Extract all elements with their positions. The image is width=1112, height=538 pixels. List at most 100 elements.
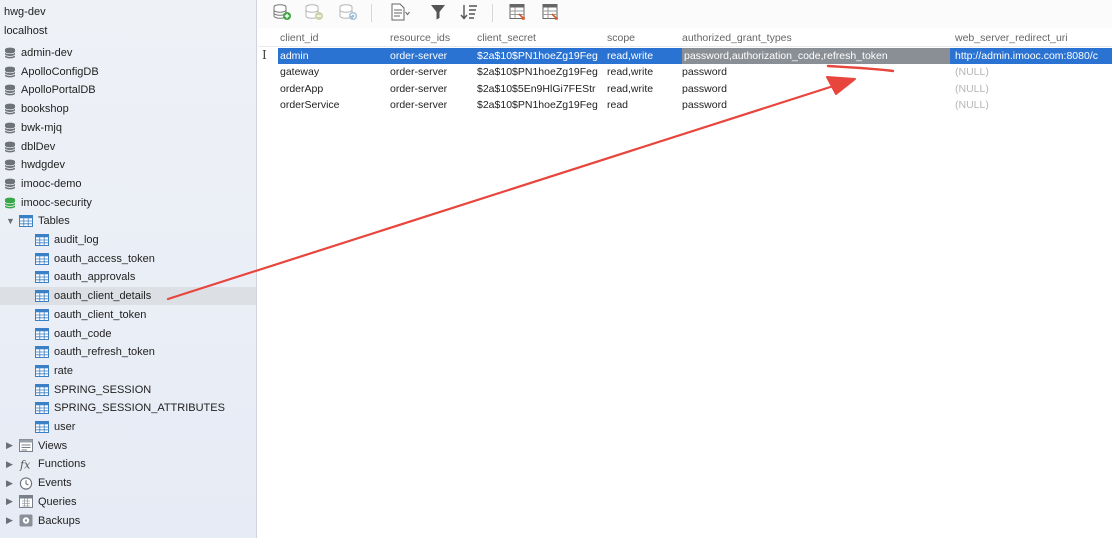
database-label: imooc-demo xyxy=(21,177,82,190)
table-item-user[interactable]: user xyxy=(0,418,256,436)
disclosure-closed-icon[interactable]: ▶ xyxy=(6,516,15,525)
database-item-admin-dev[interactable]: admin-dev xyxy=(0,44,256,62)
table-icon xyxy=(35,327,49,340)
table-label: SPRING_SESSION xyxy=(54,383,152,396)
cell-authorized-grant-types[interactable]: password xyxy=(682,81,950,97)
database-item-hwdgdev[interactable]: hwdgdev xyxy=(0,156,256,174)
table-icon xyxy=(35,308,49,321)
table-item-oauth_client_token[interactable]: oauth_client_token xyxy=(0,306,256,324)
table-item-oauth_client_details[interactable]: oauth_client_details xyxy=(0,287,256,306)
cell-authorized-grant-types[interactable]: password,authorization_code,refresh_toke… xyxy=(682,48,950,64)
table-row[interactable]: admin order-server $2a$10$PN1hoeZg19Feg rea… xyxy=(278,48,1112,64)
function-icon: fx xyxy=(19,458,33,471)
add-record-icon xyxy=(272,3,292,24)
column-header-resource-ids[interactable]: resource_ids xyxy=(390,29,476,47)
group-item-backups[interactable]: ▶ Backups xyxy=(0,512,256,530)
database-item-bwk-mjq[interactable]: bwk-mjq xyxy=(0,119,256,137)
group-label: Queries xyxy=(38,495,77,508)
disclosure-open-icon[interactable]: ▼ xyxy=(6,216,15,226)
database-icon xyxy=(4,103,16,115)
cell-authorized-grant-types[interactable]: password xyxy=(682,64,950,80)
cell-web-server-redirect-uri[interactable]: (NULL) xyxy=(955,97,1110,113)
group-item-functions[interactable]: ▶ fx Functions xyxy=(0,455,256,473)
cell-scope[interactable]: read,write xyxy=(607,81,679,97)
cell-authorized-grant-types[interactable]: password xyxy=(682,97,950,113)
sort-button[interactable] xyxy=(459,4,479,22)
disclosure-closed-icon[interactable]: ▶ xyxy=(6,441,15,450)
cell-scope[interactable]: read xyxy=(607,97,679,113)
table-item-spring_session_attributes[interactable]: SPRING_SESSION_ATTRIBUTES xyxy=(0,399,256,417)
refresh-record-button[interactable] xyxy=(338,3,358,22)
cell-resource-ids[interactable]: order-server xyxy=(390,48,474,64)
table-icon xyxy=(35,346,49,359)
disclosure-closed-icon[interactable]: ▶ xyxy=(6,478,15,488)
table-label: oauth_access_token xyxy=(54,252,155,265)
connection-item[interactable]: localhost xyxy=(0,22,256,40)
database-icon xyxy=(4,84,16,96)
table-item-oauth_approvals[interactable]: oauth_approvals xyxy=(0,268,256,286)
cell-client-secret[interactable]: $2a$10$5En9HlGi7FEStr xyxy=(477,81,600,97)
database-item-imooc-security[interactable]: imooc-security xyxy=(0,194,256,212)
table-row[interactable]: orderApp order-server $2a$10$5En9HlGi7FESt… xyxy=(278,81,1112,97)
database-label: admin-dev xyxy=(21,47,73,59)
disclosure-closed-icon[interactable]: ▶ xyxy=(6,459,15,469)
connection-item[interactable]: hwg-dev xyxy=(0,3,256,21)
cell-scope[interactable]: read,write xyxy=(607,48,679,64)
table-item-oauth_code[interactable]: oauth_code xyxy=(0,325,256,343)
group-item-views[interactable]: ▶ Views xyxy=(0,437,256,455)
disclosure-closed-icon[interactable]: ▶ xyxy=(6,497,15,506)
cell-client-secret[interactable]: $2a$10$PN1hoeZg19Feg xyxy=(477,64,600,80)
table-row[interactable]: orderService order-server $2a$10$PN1hoeZg1… xyxy=(278,97,1112,113)
database-item-imooc-demo[interactable]: imooc-demo xyxy=(0,175,256,193)
database-item-apolloconfigdb[interactable]: ApolloConfigDB xyxy=(0,63,256,81)
column-header-authorized-grant-types[interactable]: authorized_grant_types xyxy=(682,29,952,47)
cell-client-id[interactable]: orderApp xyxy=(280,81,386,97)
column-header-client-id[interactable]: client_id xyxy=(280,29,388,47)
cell-scope[interactable]: read,write xyxy=(607,64,679,80)
import-button[interactable] xyxy=(508,3,528,24)
cell-resource-ids[interactable]: order-server xyxy=(390,97,474,113)
export-button[interactable] xyxy=(541,3,561,22)
table-item-rate[interactable]: rate xyxy=(0,362,256,380)
tables-group[interactable]: ▼ Tables xyxy=(0,212,256,230)
table-row[interactable]: gateway order-server $2a$10$PN1hoeZg19Feg r… xyxy=(278,64,1112,80)
table-label: oauth_client_details xyxy=(54,290,152,303)
connection-sidebar: hwg-dev localhost admin-dev ApolloConfigDB A… xyxy=(0,0,257,538)
text-view-button[interactable] xyxy=(390,3,410,22)
table-item-oauth_access_token[interactable]: oauth_access_token xyxy=(0,250,256,268)
column-header-client-secret[interactable]: client_secret xyxy=(477,29,602,47)
database-item-bookshop[interactable]: bookshop xyxy=(0,100,256,118)
cell-client-secret[interactable]: $2a$10$PN1hoeZg19Feg xyxy=(477,48,600,64)
database-icon xyxy=(4,159,16,171)
views-icon xyxy=(19,439,33,453)
add-record-button[interactable] xyxy=(272,3,292,24)
cell-resource-ids[interactable]: order-server xyxy=(390,81,474,97)
column-header-web-server-redirect-uri[interactable]: web_server_redirect_uri xyxy=(955,29,1112,47)
database-item-dbldev[interactable]: dblDev xyxy=(0,138,256,156)
table-label: user xyxy=(54,421,76,433)
table-label: oauth_code xyxy=(54,327,112,340)
database-item-apolloportaldb[interactable]: ApolloPortalDB xyxy=(0,81,256,99)
table-item-audit_log[interactable]: audit_log xyxy=(0,231,256,249)
group-item-events[interactable]: ▶ Events xyxy=(0,474,256,492)
cell-resource-ids[interactable]: order-server xyxy=(390,64,474,80)
cell-web-server-redirect-uri[interactable]: (NULL) xyxy=(955,64,1110,80)
cell-client-id[interactable]: orderService xyxy=(280,97,386,113)
delete-record-button[interactable] xyxy=(304,3,324,24)
cell-web-server-redirect-uri[interactable]: (NULL) xyxy=(955,81,1110,97)
cell-client-secret[interactable]: $2a$10$PN1hoeZg19Feg xyxy=(477,97,600,113)
table-icon xyxy=(35,402,49,415)
delete-record-icon xyxy=(304,3,324,24)
import-icon xyxy=(508,3,528,24)
cell-web-server-redirect-uri[interactable]: http://admin.imooc.com:8080/c xyxy=(955,48,1110,64)
database-label: imooc-security xyxy=(21,196,92,209)
filter-icon xyxy=(428,3,448,24)
filter-button[interactable] xyxy=(428,4,448,22)
table-item-oauth_refresh_token[interactable]: oauth_refresh_token xyxy=(0,343,256,361)
cell-client-id[interactable]: admin xyxy=(280,48,386,64)
cell-client-id[interactable]: gateway xyxy=(280,64,386,80)
group-item-queries[interactable]: ▶ Queries xyxy=(0,493,256,511)
table-item-spring_session[interactable]: SPRING_SESSION xyxy=(0,381,256,399)
column-header-scope[interactable]: scope xyxy=(607,29,681,47)
group-label: Events xyxy=(38,477,72,490)
